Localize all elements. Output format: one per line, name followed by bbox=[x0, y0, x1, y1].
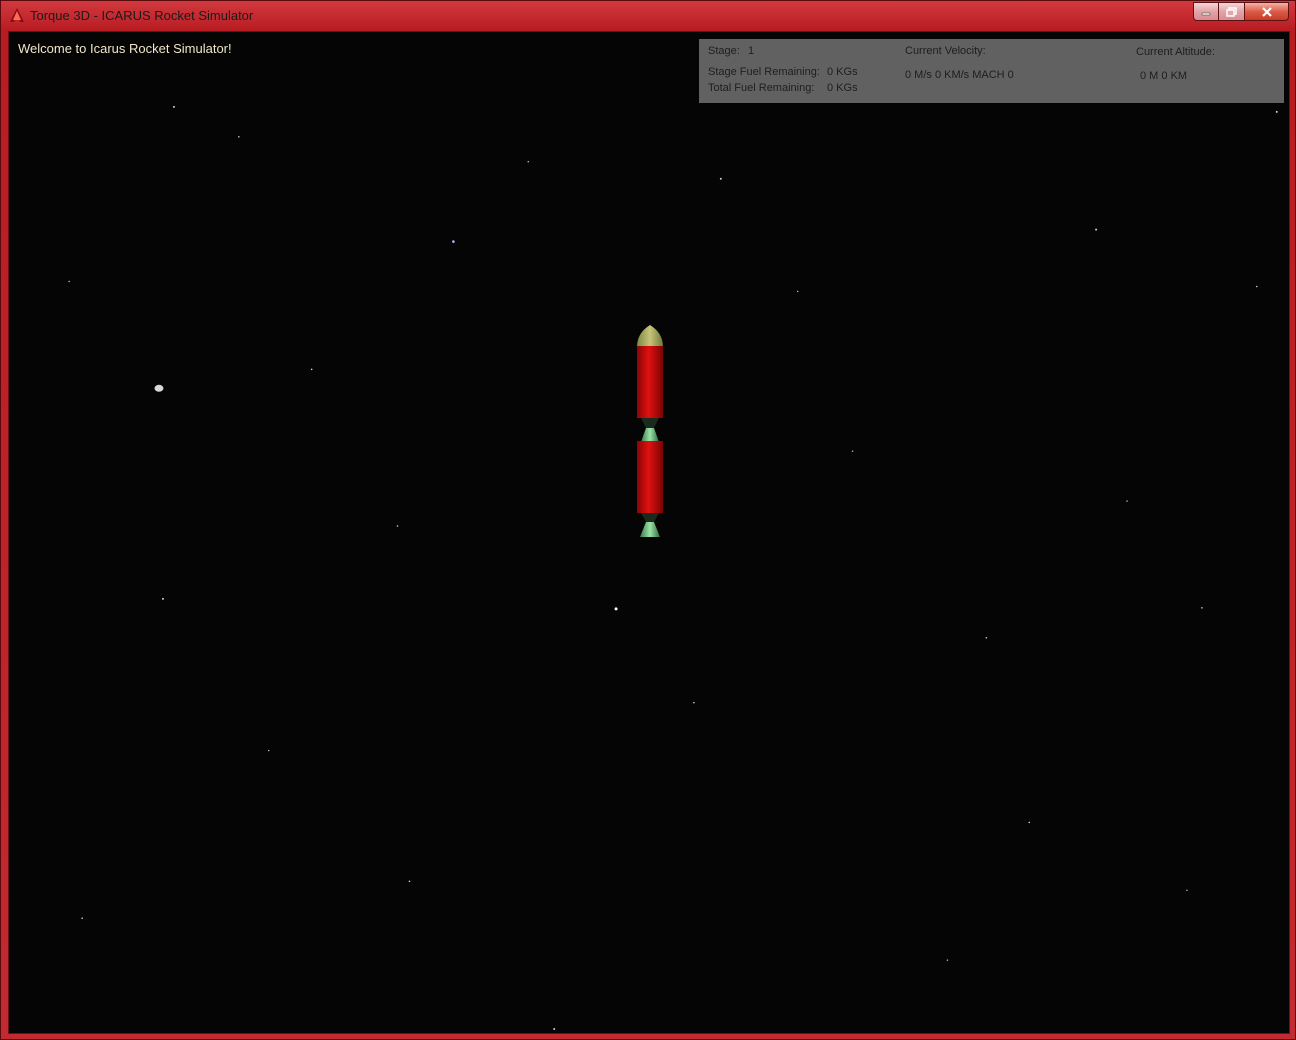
minimize-button[interactable] bbox=[1193, 2, 1219, 21]
game-viewport[interactable]: Welcome to Icarus Rocket Simulator! Stag… bbox=[8, 31, 1290, 1034]
telemetry-panel: Stage: 1 Stage Fuel Remaining: 0 KGs Tot… bbox=[699, 39, 1284, 103]
altitude-value: 0 M 0 KM bbox=[1140, 70, 1188, 82]
lower-stage bbox=[637, 441, 663, 537]
close-icon bbox=[1261, 6, 1272, 17]
maximize-icon bbox=[1225, 6, 1237, 17]
application-window: Torque 3D - ICARUS Rocket Simulator Welc… bbox=[0, 0, 1296, 1040]
interstage-nozzle bbox=[641, 428, 659, 442]
close-button[interactable] bbox=[1245, 2, 1289, 21]
upper-stage bbox=[637, 325, 663, 442]
lower-stage-body bbox=[637, 441, 663, 513]
upper-stage-body bbox=[637, 346, 663, 418]
total-fuel-value: 0 KGs bbox=[827, 82, 858, 94]
title-bar[interactable]: Torque 3D - ICARUS Rocket Simulator bbox=[1, 1, 1295, 31]
stage-value: 1 bbox=[748, 45, 755, 57]
torque-app-icon[interactable] bbox=[9, 7, 25, 23]
caption-buttons bbox=[1193, 2, 1289, 22]
welcome-message: Welcome to Icarus Rocket Simulator! bbox=[18, 41, 232, 56]
asteroid bbox=[154, 384, 164, 392]
maximize-button[interactable] bbox=[1219, 2, 1245, 21]
altitude-label: Current Altitude: bbox=[1136, 46, 1215, 58]
stage-label: Stage: bbox=[708, 45, 740, 57]
velocity-value: 0 M/s 0 KM/s MACH 0 bbox=[905, 69, 1014, 81]
window-title: Torque 3D - ICARUS Rocket Simulator bbox=[30, 8, 254, 23]
total-fuel-label: Total Fuel Remaining: bbox=[708, 82, 815, 94]
stage-fuel-value: 0 KGs bbox=[827, 66, 858, 78]
minimize-icon bbox=[1201, 12, 1211, 15]
rocket bbox=[637, 325, 663, 537]
nose-cone bbox=[637, 325, 663, 347]
stage-fuel-label: Stage Fuel Remaining: bbox=[708, 66, 820, 78]
velocity-label: Current Velocity: bbox=[905, 45, 986, 57]
engine-nozzle bbox=[640, 522, 660, 537]
